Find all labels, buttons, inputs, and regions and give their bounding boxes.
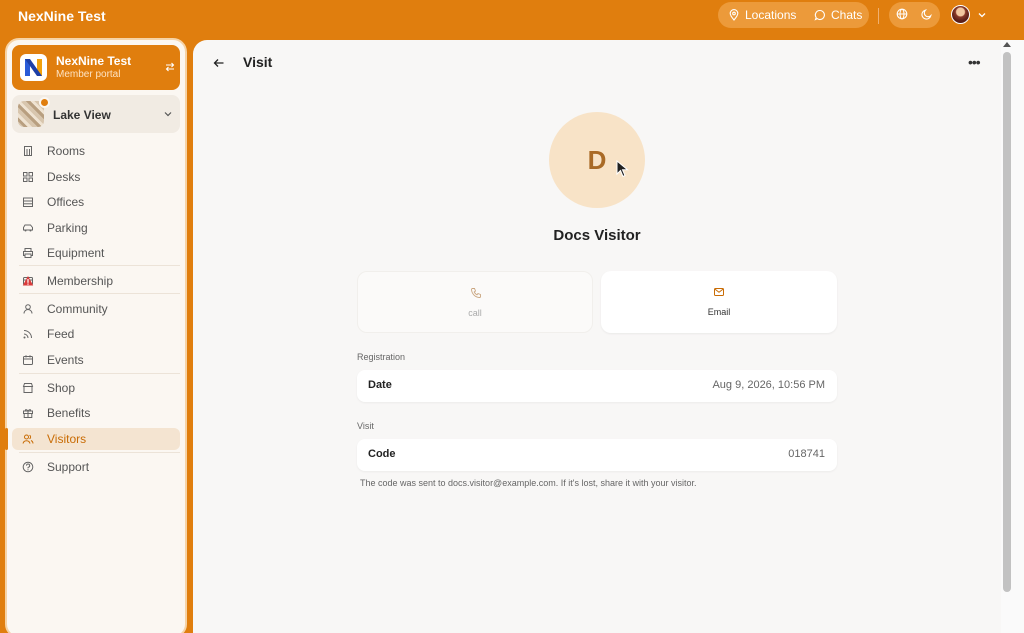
scroll-up-arrow-icon[interactable]: [1003, 42, 1011, 47]
sidebar-item-label: Events: [47, 353, 84, 367]
visit-section-label: Visit: [357, 421, 374, 431]
code-note: The code was sent to docs.visitor@exampl…: [360, 478, 697, 488]
location-badge-icon: [39, 97, 50, 108]
language-button[interactable]: [896, 8, 908, 20]
locations-button[interactable]: Locations: [728, 8, 796, 22]
org-switcher[interactable]: NexNine Test Member portal: [12, 45, 180, 90]
page-title: Visit: [243, 54, 273, 70]
sidebar-item-label: Benefits: [47, 406, 91, 420]
sidebar: NexNine Test Member portal Lake View Roo…: [5, 38, 187, 633]
org-logo: [20, 54, 47, 81]
sidebar-item-parking[interactable]: Parking: [12, 217, 180, 239]
chats-button[interactable]: Chats: [814, 8, 862, 22]
gift-icon: [23, 409, 33, 418]
visit-code-row: Code 018741: [357, 439, 837, 471]
sidebar-item-label: Offices: [47, 195, 85, 209]
scrollbar-thumb[interactable]: [1003, 52, 1011, 592]
email-button[interactable]: Email: [601, 271, 837, 333]
chat-icon: [814, 9, 825, 21]
moon-icon: [921, 9, 932, 20]
registration-date-row: Date Aug 9, 2026, 10:56 PM: [357, 370, 837, 402]
code-key: Code: [368, 448, 396, 460]
call-button[interactable]: call: [357, 271, 593, 333]
sidebar-item-shop[interactable]: Shop: [12, 377, 180, 399]
phone-icon: [471, 288, 481, 298]
calendar-icon: [23, 355, 33, 365]
app-title[interactable]: NexNine Test: [18, 8, 106, 24]
sidebar-item-events[interactable]: Events: [12, 349, 180, 371]
registration-section-label: Registration: [357, 352, 406, 362]
visitor-name: Docs Visitor: [553, 227, 641, 244]
sidebar-item-label: Equipment: [47, 246, 105, 260]
email-label: Email: [707, 307, 731, 317]
divider: [19, 452, 180, 453]
sidebar-item-feed[interactable]: Feed: [12, 323, 180, 345]
sidebar-item-rooms[interactable]: Rooms: [12, 140, 180, 162]
org-subtitle: Member portal: [56, 69, 121, 80]
chevron-down-icon: [164, 112, 172, 117]
help-icon: [22, 461, 34, 473]
warning-icon: [22, 276, 34, 286]
code-value: 018741: [788, 448, 825, 460]
org-name: NexNine Test: [56, 54, 132, 68]
back-arrow-icon[interactable]: [213, 57, 225, 69]
date-key: Date: [368, 379, 392, 391]
sidebar-item-desks[interactable]: Desks: [12, 166, 180, 188]
theme-toggle-button[interactable]: [921, 8, 933, 20]
sidebar-item-support[interactable]: Support: [12, 456, 180, 478]
globe-icon: [896, 8, 908, 20]
top-tools-group: [889, 2, 940, 28]
active-indicator: [5, 428, 8, 450]
mail-icon: [714, 288, 724, 296]
sidebar-item-offices[interactable]: Offices: [12, 191, 180, 213]
sidebar-item-label: Community: [47, 302, 108, 316]
rss-icon: [23, 330, 32, 339]
top-nav-group: Locations Chats: [718, 2, 869, 28]
more-options-icon[interactable]: •••: [968, 55, 981, 69]
sidebar-item-label: Membership: [47, 274, 114, 288]
car-icon: [23, 224, 33, 232]
user-icon: [23, 304, 33, 314]
swap-icon[interactable]: [164, 61, 176, 73]
sidebar-item-label: Shop: [47, 381, 76, 395]
sidebar-item-label: Rooms: [47, 144, 86, 158]
locations-label: Locations: [745, 8, 797, 22]
map-pin-icon: [729, 9, 739, 21]
sidebar-item-label: Desks: [47, 170, 81, 184]
printer-icon: [23, 248, 33, 258]
divider: [19, 373, 180, 374]
divider: [19, 293, 180, 294]
location-name: Lake View: [53, 108, 111, 122]
shop-icon: [22, 383, 34, 393]
mouse-cursor-icon: [616, 160, 629, 178]
sidebar-item-label: Feed: [47, 327, 75, 341]
sidebar-item-label: Visitors: [47, 432, 87, 446]
building-icon: [24, 146, 32, 156]
call-label: call: [468, 308, 482, 318]
sidebar-item-label: Parking: [47, 221, 88, 235]
visitor-avatar: D: [549, 112, 645, 208]
divider: [878, 8, 879, 24]
sidebar-item-community[interactable]: Community: [12, 298, 180, 320]
chevron-down-icon[interactable]: [977, 10, 987, 20]
sidebar-item-membership[interactable]: Membership: [12, 270, 180, 292]
chats-label: Chats: [831, 8, 863, 22]
users-icon: [22, 434, 34, 444]
sidebar-item-label: Support: [47, 460, 90, 474]
grid-icon: [23, 172, 33, 182]
user-avatar[interactable]: [951, 5, 970, 24]
location-switcher[interactable]: Lake View: [12, 95, 180, 133]
top-bar: NexNine Test Locations Chats: [0, 0, 1024, 40]
sidebar-item-visitors[interactable]: Visitors: [5, 428, 180, 450]
office-icon: [23, 197, 33, 207]
date-value: Aug 9, 2026, 10:56 PM: [712, 379, 825, 391]
sidebar-item-equipment[interactable]: Equipment: [12, 242, 180, 264]
divider: [19, 265, 180, 266]
sidebar-item-benefits[interactable]: Benefits: [12, 402, 180, 424]
